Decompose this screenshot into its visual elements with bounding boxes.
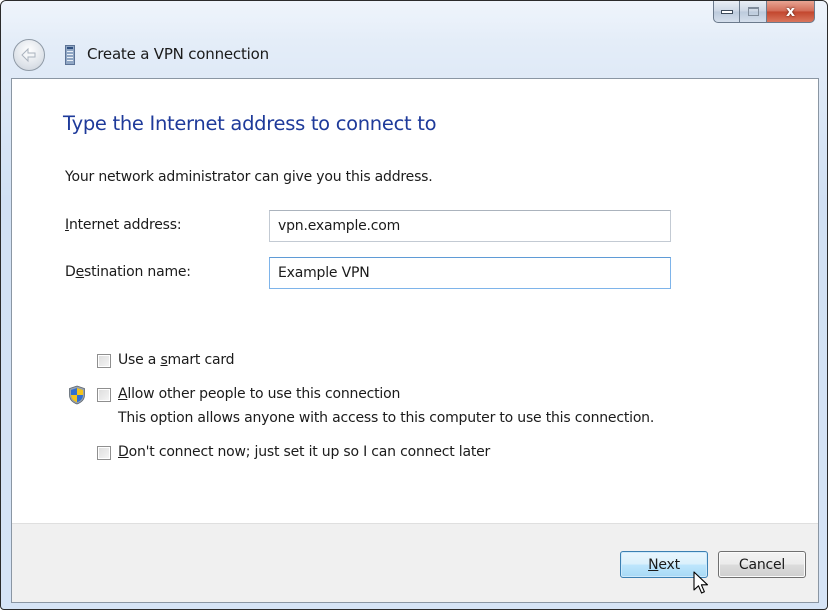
close-button[interactable]: x bbox=[767, 1, 815, 23]
back-arrow-icon bbox=[21, 47, 36, 63]
connect-later-checkbox[interactable] bbox=[97, 446, 111, 460]
access-key: s bbox=[160, 352, 168, 368]
wizard-header: Create a VPN connection bbox=[1, 37, 827, 77]
cancel-button[interactable]: Cancel bbox=[718, 551, 806, 578]
destination-name-label: Destination name: bbox=[65, 264, 191, 280]
network-server-icon bbox=[65, 45, 75, 65]
allow-others-checkbox[interactable] bbox=[97, 388, 111, 402]
hint-text: Your network administrator can give you … bbox=[65, 169, 433, 185]
label-part: mart card bbox=[167, 352, 235, 368]
allow-others-description: This option allows anyone with access to… bbox=[118, 410, 655, 426]
allow-others-label[interactable]: Allow other people to use this connectio… bbox=[118, 386, 400, 402]
wizard-title: Create a VPN connection bbox=[87, 45, 269, 63]
label-part: nternet address: bbox=[68, 217, 182, 233]
connect-later-option[interactable]: Don't connect now; just set it up so I c… bbox=[97, 444, 490, 460]
label-part: D bbox=[65, 264, 76, 280]
connect-later-label[interactable]: Don't connect now; just set it up so I c… bbox=[118, 444, 490, 460]
smart-card-checkbox[interactable] bbox=[97, 354, 111, 368]
label-part: llow other people to use this connection bbox=[127, 386, 401, 402]
label-part: stination name: bbox=[84, 264, 191, 280]
smart-card-option[interactable]: Use a smart card bbox=[97, 352, 235, 368]
minimize-button[interactable] bbox=[713, 1, 740, 23]
maximize-button[interactable] bbox=[740, 1, 767, 23]
access-key: D bbox=[118, 444, 129, 460]
label-part: on't connect now; just set it up so I ca… bbox=[128, 444, 491, 460]
page-heading: Type the Internet address to connect to bbox=[63, 112, 437, 135]
access-key: N bbox=[648, 556, 659, 573]
wizard-panel: Type the Internet address to connect to … bbox=[11, 78, 819, 603]
label-part: Use a bbox=[118, 352, 161, 368]
internet-address-input[interactable] bbox=[269, 210, 671, 242]
mouse-cursor-icon bbox=[693, 571, 709, 594]
uac-shield-icon bbox=[69, 385, 85, 405]
access-key: A bbox=[118, 386, 128, 402]
button-label: ext bbox=[658, 556, 680, 573]
destination-name-input[interactable] bbox=[269, 257, 671, 289]
access-key: e bbox=[75, 264, 85, 280]
maximize-icon bbox=[747, 7, 759, 16]
wizard-content: Type the Internet address to connect to … bbox=[12, 79, 818, 526]
back-button[interactable] bbox=[13, 39, 45, 71]
allow-others-option[interactable]: Allow other people to use this connectio… bbox=[97, 386, 400, 402]
smart-card-label[interactable]: Use a smart card bbox=[118, 352, 235, 368]
caption-buttons: x bbox=[713, 1, 815, 25]
minimize-icon bbox=[720, 9, 733, 14]
vpn-wizard-window: x Create a VPN connection Type the Inter… bbox=[0, 0, 828, 610]
internet-address-label: Internet address: bbox=[65, 217, 182, 233]
close-icon: x bbox=[785, 3, 796, 20]
